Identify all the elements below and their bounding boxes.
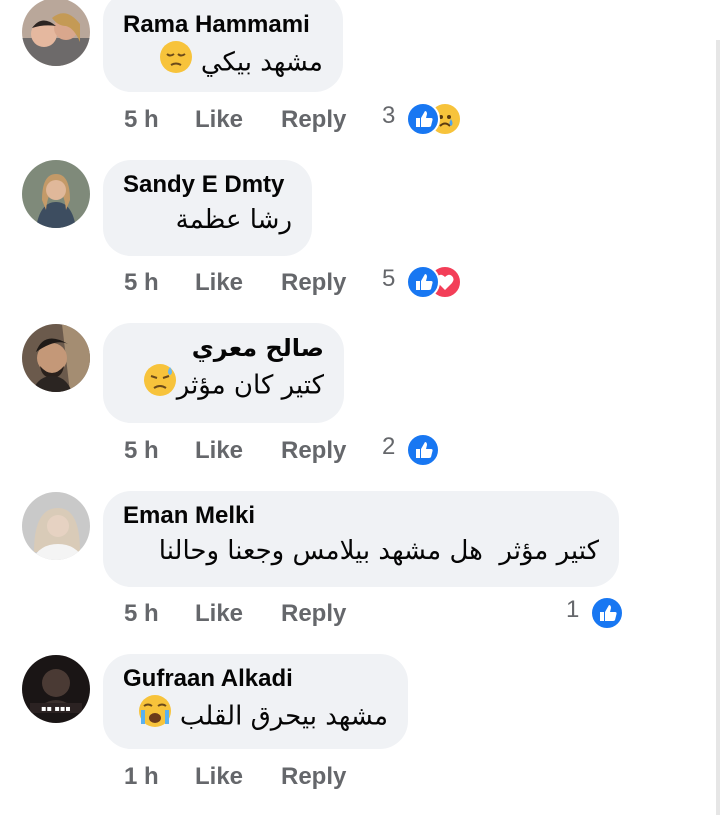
comment-text: رشا عظمة (175, 205, 292, 235)
reply-button[interactable]: Reply (281, 106, 346, 134)
like-button[interactable]: Like (195, 269, 243, 297)
pensive-face-emoji (159, 40, 193, 86)
timestamp[interactable]: 5 h (124, 437, 159, 465)
like-icon (406, 265, 440, 299)
timestamp[interactable]: 1 h (124, 763, 159, 791)
like-button[interactable]: Like (195, 763, 243, 791)
comment-text-body: مشهد بيكي (200, 47, 323, 78)
avatar[interactable] (22, 160, 90, 228)
author-name[interactable]: Eman Melki (123, 501, 599, 531)
like-button[interactable]: Like (195, 600, 243, 628)
comment-text: كتير كان مؤثر (123, 363, 324, 409)
reaction-count: 5 (382, 265, 396, 292)
comment-text: مشهد بيحرق القلب (123, 694, 388, 740)
reaction-summary[interactable]: 3 (382, 102, 466, 136)
comment-bubble: صالح معري كتير كان مؤثر (103, 323, 344, 423)
author-name[interactable]: صالح معري (123, 333, 324, 363)
like-icon (590, 596, 624, 630)
reply-button[interactable]: Reply (281, 763, 346, 791)
timestamp[interactable]: 5 h (124, 269, 159, 297)
scrollbar[interactable] (716, 40, 720, 815)
reaction-count: 2 (382, 433, 396, 460)
avatar[interactable] (22, 492, 90, 560)
reaction-summary[interactable]: 2 (382, 433, 446, 467)
like-icon (406, 102, 440, 136)
comment-actions: 1 h Like Reply (124, 763, 484, 793)
like-button[interactable]: Like (195, 437, 243, 465)
downcast-sweat-face-emoji (143, 363, 177, 409)
reaction-summary[interactable]: 5 (382, 265, 466, 299)
reaction-count: 3 (382, 102, 396, 129)
comment-actions: 5 h Like Reply 2 (124, 433, 484, 467)
comment-text-body: مشهد بيحرق القلب (179, 701, 388, 732)
svg-text:▪▪ ▪▪▪: ▪▪ ▪▪▪ (41, 704, 71, 713)
author-name[interactable]: Sandy E Dmty (123, 170, 292, 200)
timestamp[interactable]: 5 h (124, 600, 159, 628)
avatar[interactable] (22, 0, 90, 66)
like-icon (406, 433, 440, 467)
avatar[interactable] (22, 324, 90, 392)
comment-actions: 5 h Like Reply 5 (124, 265, 484, 299)
author-name[interactable]: Rama Hammami (123, 10, 323, 40)
crying-face-emoji (138, 694, 172, 740)
comment-actions: 5 h Like Reply 1 (124, 596, 624, 630)
timestamp[interactable]: 5 h (124, 106, 159, 134)
author-name[interactable]: Gufraan Alkadi (123, 664, 388, 694)
avatar[interactable]: ▪▪ ▪▪▪ (22, 655, 90, 723)
comment-bubble: Sandy E Dmty رشا عظمة (103, 160, 312, 256)
comment-actions: 5 h Like Reply 3 (124, 102, 484, 136)
like-button[interactable]: Like (195, 106, 243, 134)
reaction-summary[interactable]: 1 (566, 596, 630, 630)
comment-bubble: Eman Melki كتير مؤثر هل مشهد بيلامس وجعن… (103, 491, 619, 587)
comment-text-body: كتير كان مؤثر (176, 370, 324, 401)
reply-button[interactable]: Reply (281, 600, 346, 628)
reply-button[interactable]: Reply (281, 437, 346, 465)
comment-bubble: Rama Hammami مشهد بيكي (103, 0, 343, 92)
comment-text: كتير مؤثر هل مشهد بيلامس وجعنا وحالنا (158, 536, 599, 566)
comment-text: مشهد بيكي (123, 40, 323, 86)
reaction-count: 1 (566, 596, 580, 623)
reply-button[interactable]: Reply (281, 269, 346, 297)
comment-bubble: Gufraan Alkadi مشهد بيحرق القلب (103, 654, 408, 749)
